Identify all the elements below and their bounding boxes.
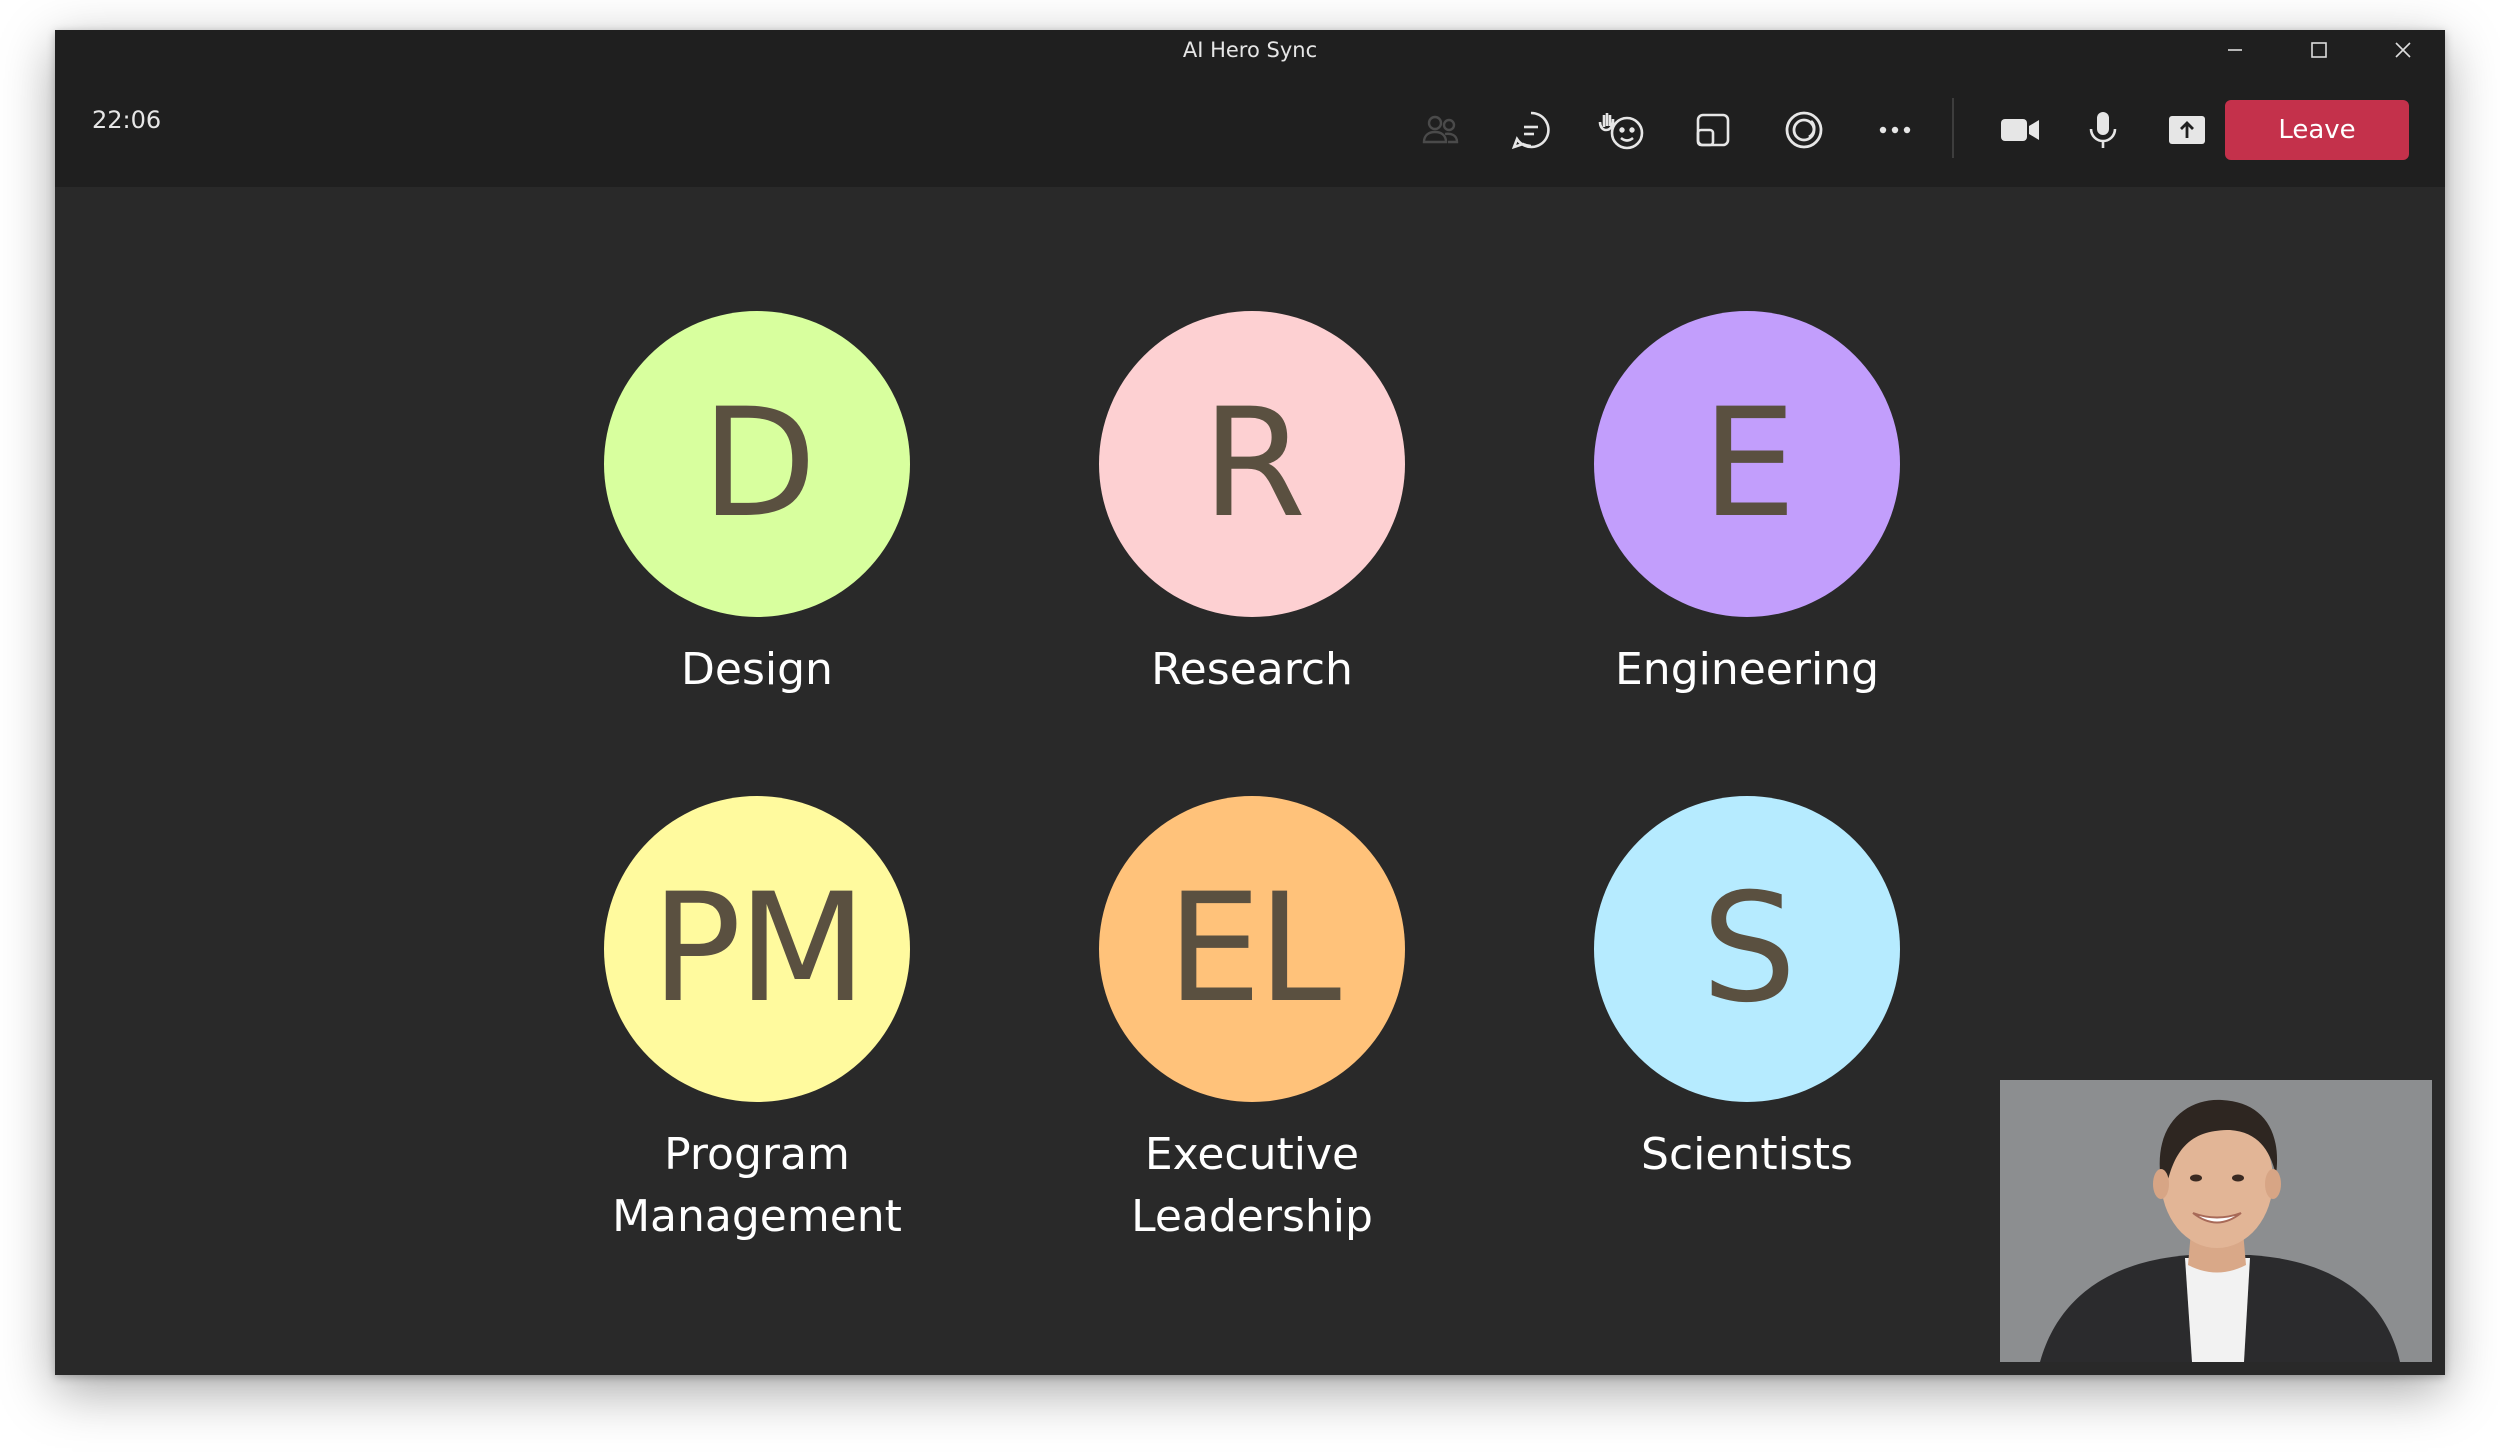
chat-button[interactable] (1499, 98, 1563, 162)
participant-tile[interactable]: R Research (1042, 311, 1462, 701)
share-screen-button[interactable] (2155, 98, 2219, 162)
avatar: S (1594, 796, 1900, 1102)
window-controls (2193, 30, 2445, 70)
people-icon (1422, 115, 1459, 144)
avatar: EL (1099, 796, 1405, 1102)
participant-name: Program Management (612, 1129, 902, 1242)
close-button[interactable] (2361, 30, 2445, 70)
participant-tile[interactable]: PM Program Management (547, 796, 967, 1248)
participant-name: Research (1151, 644, 1353, 695)
window-title: AI Hero Sync (1182, 38, 1318, 62)
apps-button[interactable] (1772, 98, 1836, 162)
rooms-icon (1696, 113, 1730, 147)
leave-button[interactable]: Leave (2225, 100, 2409, 160)
title-bar: AI Hero Sync (55, 30, 2445, 70)
avatar: PM (604, 796, 910, 1102)
participant-name: Engineering (1615, 644, 1879, 695)
raise-hand-icon (1598, 113, 1644, 150)
participant-tile[interactable]: E Engineering (1537, 311, 1957, 701)
close-icon (2395, 42, 2411, 58)
apps-icon (1785, 111, 1823, 149)
participant-tile[interactable]: S Scientists (1537, 796, 1957, 1186)
minimize-button[interactable] (2193, 30, 2277, 70)
meeting-clock: 22:06 (92, 106, 162, 134)
minimize-icon (2228, 49, 2242, 51)
avatar: D (604, 311, 910, 617)
participant-name: Executive Leadership (1131, 1129, 1373, 1242)
more-options-button[interactable] (1863, 98, 1927, 162)
meeting-toolbar: 22:06 Leave (55, 70, 2445, 187)
person-video-image (2000, 1080, 2432, 1362)
camera-button[interactable] (1988, 98, 2052, 162)
self-video-preview[interactable] (2000, 1080, 2432, 1362)
chat-icon (1511, 111, 1550, 150)
avatar: R (1099, 311, 1405, 617)
share-icon (2169, 116, 2205, 144)
people-button[interactable] (1409, 98, 1473, 162)
avatar: E (1594, 311, 1900, 617)
participant-tile[interactable]: D Design (547, 311, 967, 701)
maximize-icon (2311, 42, 2327, 58)
more-icon (1879, 126, 1911, 134)
meeting-window: AI Hero Sync 22:06 Leave D Design R Rese… (55, 30, 2445, 1375)
participant-name: Scientists (1641, 1129, 1853, 1180)
toolbar-divider (1952, 98, 1954, 158)
microphone-icon (2089, 112, 2117, 148)
participant-name: Design (681, 644, 833, 695)
react-button[interactable] (1590, 98, 1654, 162)
participant-tile[interactable]: EL Executive Leadership (1042, 796, 1462, 1248)
maximize-button[interactable] (2277, 30, 2361, 70)
camera-icon (2001, 119, 2039, 141)
rooms-button[interactable] (1681, 98, 1745, 162)
microphone-button[interactable] (2071, 98, 2135, 162)
